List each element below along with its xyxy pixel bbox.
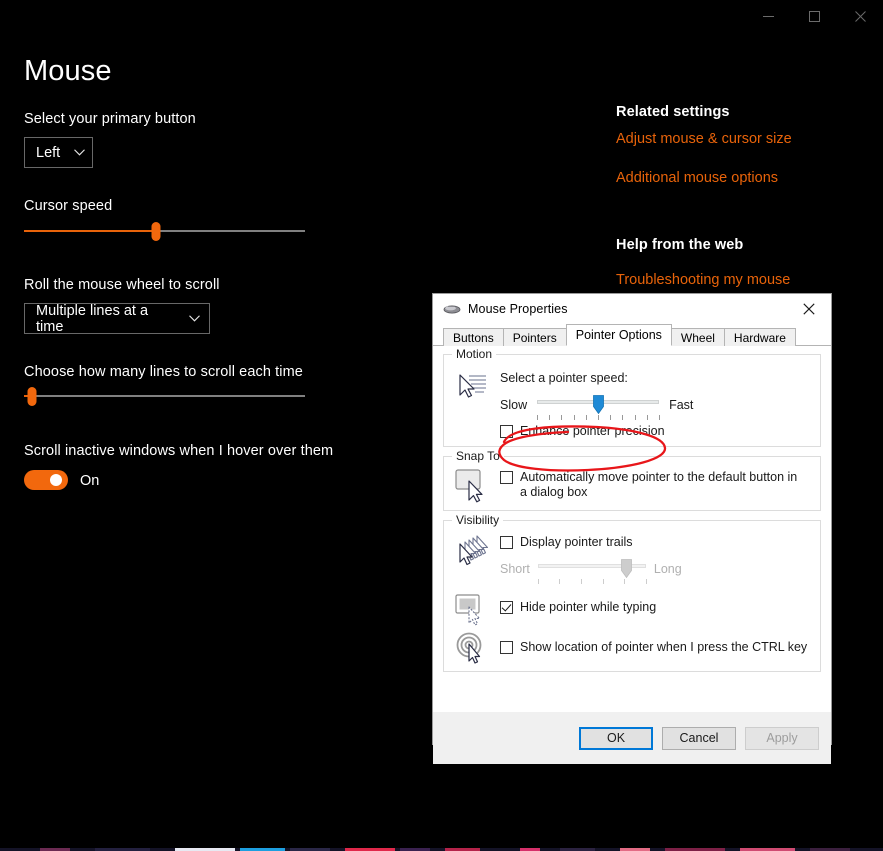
slider-thumb[interactable] <box>27 387 37 406</box>
visibility-group-title: Visibility <box>452 513 504 527</box>
snap-to-checkbox[interactable] <box>500 471 513 484</box>
link-troubleshooting-my-mouse[interactable]: Troubleshooting my mouse <box>616 272 790 288</box>
pointer-trails-row[interactable]: Display pointer trails <box>500 535 633 550</box>
wheel-scroll-value: Multiple lines at a time <box>36 302 149 335</box>
help-from-web-heading: Help from the web <box>616 237 744 253</box>
dialog-close-icon[interactable] <box>787 294 831 324</box>
pointer-speed-icon <box>455 372 489 407</box>
ok-button[interactable]: OK <box>579 726 653 750</box>
dialog-body: Motion Select a pointer speed: Slow Fast… <box>433 346 831 712</box>
trails-slider-row: Short Long <box>500 559 682 585</box>
pointer-trails-slider[interactable] <box>537 559 647 585</box>
hide-while-typing-icon <box>455 594 489 631</box>
show-location-checkbox[interactable] <box>500 641 513 654</box>
trails-short-label: Short <box>500 562 530 576</box>
settings-window: Mouse Select your primary button Left Cu… <box>0 0 883 851</box>
slider-fill <box>24 230 157 232</box>
cursor-speed-label: Cursor speed <box>24 198 113 214</box>
pointer-trails-checkbox[interactable] <box>500 536 513 549</box>
hide-while-typing-row[interactable]: Hide pointer while typing <box>500 600 656 615</box>
snap-to-label: Automatically move pointer to the defaul… <box>520 470 798 499</box>
snap-to-row[interactable]: Automatically move pointer to the defaul… <box>500 470 800 500</box>
hide-while-typing-label: Hide pointer while typing <box>520 600 657 614</box>
snap-to-group: Snap To Automatically move pointer to th… <box>443 449 821 511</box>
desktop-wallpaper-strip <box>0 843 883 851</box>
chevron-down-icon <box>60 149 86 156</box>
lines-to-scroll-slider[interactable] <box>24 382 305 410</box>
enhance-precision-checkbox[interactable] <box>500 425 513 438</box>
page-title: Mouse <box>24 55 112 87</box>
snap-to-icon <box>455 469 491 508</box>
link-adjust-mouse-cursor-size[interactable]: Adjust mouse & cursor size <box>616 131 792 147</box>
dialog-title: Mouse Properties <box>468 302 568 316</box>
slider-ticks <box>537 415 661 420</box>
chevron-down-icon <box>175 315 200 322</box>
inactive-scroll-state: On <box>80 473 100 489</box>
mouse-properties-dialog: Mouse Properties Buttons Pointers Pointe… <box>432 293 832 764</box>
motion-group-title: Motion <box>452 347 497 361</box>
inactive-scroll-toggle[interactable] <box>24 470 68 490</box>
show-location-label: Show location of pointer when I press th… <box>520 640 808 654</box>
visibility-group: Visibility Display pointer trails Short … <box>443 513 821 672</box>
tab-hardware[interactable]: Hardware <box>723 328 796 347</box>
link-additional-mouse-options[interactable]: Additional mouse options <box>616 170 778 186</box>
slider-thumb[interactable] <box>621 559 632 579</box>
mouse-icon <box>443 302 461 316</box>
primary-button-value: Left <box>36 144 61 161</box>
tab-pointer-options[interactable]: Pointer Options <box>565 324 672 346</box>
cancel-button[interactable]: Cancel <box>662 726 736 750</box>
dialog-titlebar: Mouse Properties <box>433 294 831 324</box>
pointer-speed-fast-label: Fast <box>669 398 694 412</box>
tab-buttons[interactable]: Buttons <box>443 328 504 347</box>
toggle-knob <box>50 474 62 486</box>
slider-thumb[interactable] <box>151 222 161 241</box>
pointer-speed-slider-row: Slow Fast <box>500 395 693 421</box>
show-location-row[interactable]: Show location of pointer when I press th… <box>500 640 807 655</box>
dialog-tabs: Buttons Pointers Pointer Options Wheel H… <box>433 324 831 347</box>
hide-while-typing-checkbox[interactable] <box>500 601 513 614</box>
pointer-trails-label: Display pointer trails <box>520 535 633 549</box>
primary-button-label: Select your primary button <box>24 111 196 127</box>
trails-long-label: Long <box>653 562 682 576</box>
enhance-precision-label: Enhance pointer precision <box>520 424 665 438</box>
pointer-speed-slider[interactable] <box>537 395 661 421</box>
snap-to-group-title: Snap To <box>452 449 504 463</box>
apply-button: Apply <box>745 726 819 750</box>
lines-to-scroll-label: Choose how many lines to scroll each tim… <box>24 364 303 380</box>
dialog-footer: OK Cancel Apply <box>433 712 831 764</box>
enhance-precision-row[interactable]: Enhance pointer precision <box>500 424 665 439</box>
tab-wheel[interactable]: Wheel <box>670 328 725 347</box>
slider-thumb[interactable] <box>592 395 604 415</box>
slider-ticks <box>537 579 647 584</box>
wheel-scroll-label: Roll the mouse wheel to scroll <box>24 277 220 293</box>
wheel-scroll-select[interactable]: Multiple lines at a time <box>24 302 210 335</box>
pointer-trails-icon <box>453 534 493 573</box>
show-location-icon <box>455 632 489 669</box>
related-settings-heading: Related settings <box>616 104 730 120</box>
pointer-speed-label: Select a pointer speed: <box>500 371 628 385</box>
motion-group: Motion Select a pointer speed: Slow Fast… <box>443 347 821 447</box>
tab-pointers[interactable]: Pointers <box>502 328 567 347</box>
slider-track <box>24 395 305 397</box>
primary-button-select[interactable]: Left <box>24 137 93 168</box>
cursor-speed-slider[interactable] <box>24 217 305 245</box>
inactive-scroll-label: Scroll inactive windows when I hover ove… <box>24 443 334 459</box>
pointer-speed-slow-label: Slow <box>500 398 528 412</box>
